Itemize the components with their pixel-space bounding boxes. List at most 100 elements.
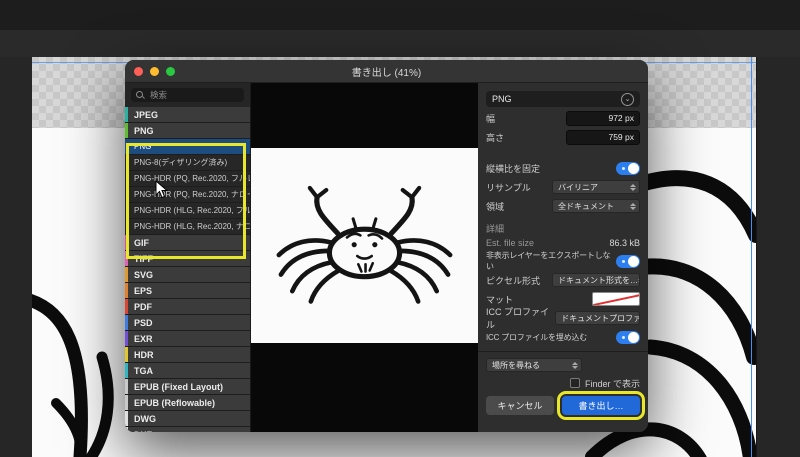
dialog-title: 書き出し (41%) [351, 67, 422, 79]
pixel-format-dropdown[interactable]: ドキュメント形式を… [552, 273, 640, 287]
filesize-label: Est. file size [486, 238, 535, 248]
width-input[interactable]: 972 px [566, 110, 640, 126]
format-color-bar [125, 363, 128, 378]
format-subitem[interactable]: PNG-HDR (HLG, Rec.2020, ナローレ… [125, 219, 250, 235]
format-item[interactable]: TGA [125, 363, 250, 379]
format-label: EPUB (Fixed Layout) [134, 381, 224, 392]
traffic-lights [134, 67, 175, 76]
format-label: EXR [134, 333, 153, 344]
format-subitem[interactable]: PNG-HDR (PQ, Rec.2020, ナローレ… [125, 187, 250, 203]
format-subitem[interactable]: PNG [125, 139, 250, 155]
format-label: PNG-HDR (PQ, Rec.2020, ナローレ… [134, 190, 250, 199]
finder-row: Finder で表示 [486, 377, 640, 389]
export-button[interactable]: 書き出し… [556, 391, 646, 420]
hidden-layers-toggle[interactable] [616, 254, 640, 268]
format-label: PNG-8(ディザリング済み) [134, 158, 228, 167]
format-item[interactable]: HDR [125, 347, 250, 363]
height-label: 高さ [486, 132, 505, 143]
dialog-titlebar[interactable]: 書き出し (41%) [125, 60, 648, 83]
search-box[interactable] [131, 88, 244, 102]
format-header-label: PNG [492, 94, 512, 104]
height-row: 高さ 759 px [486, 129, 640, 145]
close-button[interactable] [134, 67, 143, 76]
format-color-bar [125, 331, 128, 346]
hidden-layers-label: 非表示レイヤーをエクスポートしない [486, 251, 611, 271]
area-label: 領域 [486, 201, 505, 212]
finder-label: Finder で表示 [584, 378, 640, 389]
format-item[interactable]: DWG [125, 411, 250, 427]
menu-bar [0, 0, 800, 30]
resample-row: リサンプル バイリニア [486, 179, 640, 195]
area-value: 全ドキュメント [558, 201, 614, 211]
format-subitem[interactable]: PNG-8(ディザリング済み) [125, 155, 250, 171]
format-color-bar [125, 395, 128, 410]
format-label: TIFF [134, 253, 153, 264]
embed-icc-row: ICC プロファイルを埋め込む [486, 329, 640, 345]
toolbar [0, 30, 800, 58]
pixel-format-row: ピクセル形式 ドキュメント形式を… [486, 272, 640, 288]
search-icon [136, 91, 144, 99]
preview-crab-artwork [276, 185, 453, 304]
format-subitem[interactable]: PNG-HDR (PQ, Rec.2020, フルレンジ) [125, 171, 250, 187]
details-section-header: 詳細 [486, 224, 505, 234]
format-item[interactable]: PDF [125, 299, 250, 315]
stepper-icon [630, 202, 636, 210]
format-label: GIF [134, 237, 149, 248]
format-color-bar [125, 235, 128, 250]
save-location-row: 場所を尋ねる [486, 357, 640, 373]
resample-value: バイリニア [558, 182, 598, 192]
format-item[interactable]: JPEG [125, 107, 250, 123]
icc-profile-dropdown[interactable]: ドキュメントプロファ… [555, 311, 640, 325]
divider [478, 351, 648, 352]
height-input[interactable]: 759 px [566, 129, 640, 145]
format-label: PNG [134, 142, 152, 151]
cancel-button[interactable]: キャンセル [486, 396, 554, 415]
preview-page [251, 147, 478, 343]
format-color-bar [125, 267, 128, 282]
search-input[interactable] [148, 89, 242, 101]
format-color-bar [125, 315, 128, 330]
width-label: 幅 [486, 113, 496, 124]
pixel-format-label: ピクセル形式 [486, 275, 541, 286]
format-item[interactable]: TIFF [125, 251, 250, 267]
panel-right [756, 57, 800, 457]
finder-checkbox[interactable] [569, 378, 580, 388]
format-item[interactable]: EPS [125, 283, 250, 299]
matte-color-swatch[interactable] [592, 292, 640, 306]
dialog-body: JPEG PNG PNG PNG-8(ディザリング済み) PNG-HDR (PQ, Re… [125, 83, 648, 432]
format-item[interactable]: SVG [125, 267, 250, 283]
save-location-value: 場所を尋ねる [492, 360, 540, 370]
format-color-bar [125, 107, 128, 122]
export-preview[interactable] [251, 83, 478, 432]
format-item[interactable]: EPUB (Fixed Layout) [125, 379, 250, 395]
format-color-bar [125, 299, 128, 314]
format-label: PNG-HDR (HLG, Rec.2020, ナローレ… [134, 222, 250, 231]
guide-vertical [751, 57, 752, 457]
pixel-format-value: ドキュメント形式を… [558, 275, 638, 285]
chevron-down-icon: ⌄ [621, 92, 634, 106]
format-label: PDF [134, 301, 152, 312]
save-location-dropdown[interactable]: 場所を尋ねる [486, 358, 582, 372]
format-header-dropdown[interactable]: PNG ⌄ [486, 91, 640, 107]
format-subitem[interactable]: PNG-HDR (HLG, Rec.2020, フルレン… [125, 203, 250, 219]
embed-icc-toggle[interactable] [616, 330, 640, 344]
format-item[interactable]: DXF [125, 427, 250, 432]
format-color-bar [125, 283, 128, 298]
matte-label: マット [486, 294, 514, 305]
zoom-button[interactable] [166, 67, 175, 76]
resample-dropdown[interactable]: バイリニア [552, 180, 640, 194]
area-row: 領域 全ドキュメント [486, 198, 640, 214]
format-item[interactable]: PSD [125, 315, 250, 331]
format-color-bar [125, 379, 128, 394]
export-settings-panel: PNG ⌄ 幅 972 px 高さ 759 px 縦横比を固定 リサンプル バイ… [478, 83, 648, 432]
format-item[interactable]: EXR [125, 331, 250, 347]
lock-aspect-toggle[interactable] [616, 161, 640, 175]
format-color-bar [125, 347, 128, 362]
filesize-row: Est. file size 86.3 kB [486, 236, 640, 250]
area-dropdown[interactable]: 全ドキュメント [552, 199, 640, 213]
format-item[interactable]: PNG [125, 123, 250, 139]
format-item[interactable]: EPUB (Reflowable) [125, 395, 250, 411]
minimize-button[interactable] [150, 67, 159, 76]
format-item[interactable]: GIF [125, 235, 250, 251]
format-label: PNG [134, 125, 154, 136]
